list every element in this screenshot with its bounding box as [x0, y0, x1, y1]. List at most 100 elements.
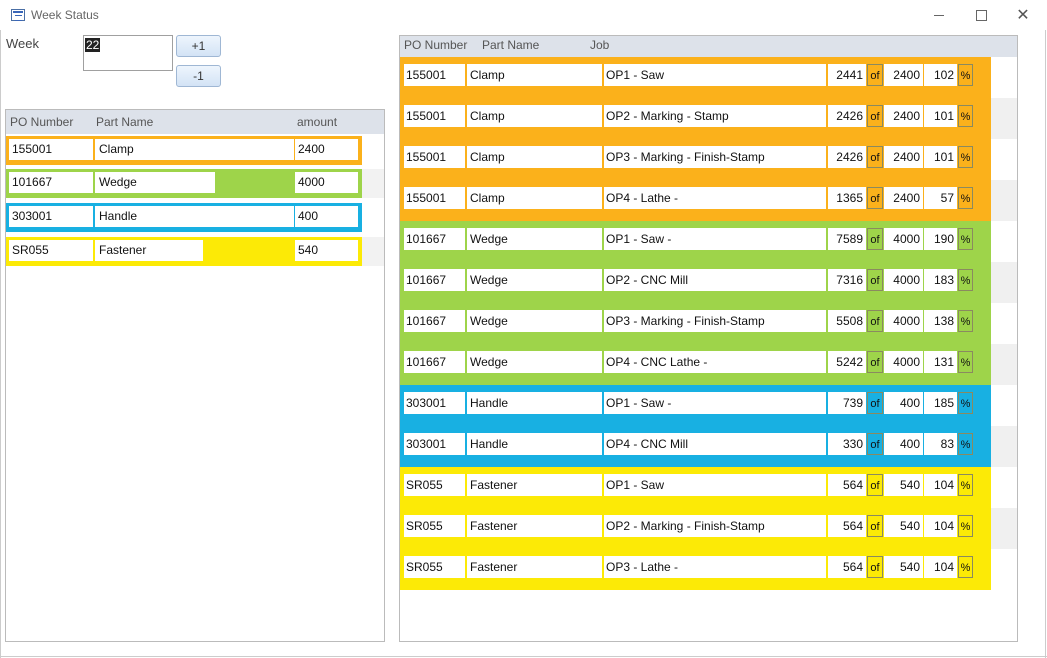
part-name-field[interactable]: Clamp [467, 187, 602, 209]
po-number-field[interactable]: SR055 [404, 515, 465, 537]
percent-field[interactable]: 102 [924, 64, 957, 86]
po-number-field[interactable]: 303001 [404, 433, 465, 455]
percent-field[interactable]: 190 [924, 228, 957, 250]
week-increment-button[interactable]: +1 [176, 35, 221, 57]
order-row[interactable]: 155001 Clamp 2400 [6, 136, 362, 165]
part-name-field[interactable]: Clamp [467, 64, 602, 86]
maximize-button[interactable] [961, 3, 1001, 27]
part-name-field[interactable]: Wedge [467, 310, 602, 332]
close-button[interactable]: ✕ [1003, 3, 1043, 27]
operation-row[interactable]: SR055 Fastener OP3 - Lathe -564 of 540 104% [400, 549, 991, 590]
quantity-done-field[interactable]: 739 [828, 392, 866, 414]
quantity-total-field[interactable]: 540 [884, 474, 923, 496]
po-number-field[interactable]: 101667 [9, 172, 93, 193]
operation-row[interactable]: 101667 Wedge OP1 - Saw -7589 of 4000 190% [400, 221, 991, 262]
percent-field[interactable]: 101 [924, 105, 957, 127]
job-field[interactable]: OP4 - CNC Lathe - [604, 351, 826, 373]
operation-row[interactable]: 101667 Wedge OP4 - CNC Lathe -5242 of 4000 13… [400, 344, 991, 385]
operation-row[interactable]: 155001 Clamp OP2 - Marking - Stamp 2426 of 24… [400, 98, 991, 139]
percent-field[interactable]: 138 [924, 310, 957, 332]
job-field[interactable]: OP2 - CNC Mill [604, 269, 826, 291]
part-name-field[interactable]: Clamp [467, 146, 602, 168]
quantity-done-field[interactable]: 330 [828, 433, 866, 455]
po-number-field[interactable]: 155001 [9, 139, 93, 160]
percent-field[interactable]: 57 [924, 187, 957, 209]
job-field[interactable]: OP3 - Lathe - [604, 556, 826, 578]
operation-row[interactable]: SR055 Fastener OP1 - Saw 564 of 540 104% [400, 467, 991, 508]
job-field[interactable]: OP3 - Marking - Finish-Stamp [604, 310, 826, 332]
job-field[interactable]: OP4 - Lathe - [604, 187, 826, 209]
job-field[interactable]: OP1 - Saw - [604, 228, 826, 250]
order-row[interactable]: SR055 Fastener 540 [6, 237, 362, 266]
part-name-field[interactable]: Handle [95, 206, 294, 227]
po-number-field[interactable]: 155001 [404, 187, 465, 209]
quantity-total-field[interactable]: 2400 [884, 187, 923, 209]
po-number-field[interactable]: 303001 [9, 206, 93, 227]
week-input[interactable]: 22 [83, 35, 173, 71]
job-field[interactable]: OP4 - CNC Mill [604, 433, 826, 455]
amount-field[interactable]: 4000 [295, 172, 358, 193]
quantity-done-field[interactable]: 2426 [828, 146, 866, 168]
quantity-done-field[interactable]: 2441 [828, 64, 866, 86]
quantity-done-field[interactable]: 5242 [828, 351, 866, 373]
part-name-field[interactable]: Clamp [95, 139, 294, 160]
operation-row[interactable]: SR055 Fastener OP2 - Marking - Finish-Stam… [400, 508, 991, 549]
percent-field[interactable]: 185 [924, 392, 957, 414]
operation-row[interactable]: 155001 Clamp OP3 - Marking - Finish-Stamp 2… [400, 139, 991, 180]
part-name-field[interactable]: Clamp [467, 105, 602, 127]
quantity-done-field[interactable]: 564 [828, 515, 866, 537]
quantity-done-field[interactable]: 564 [828, 474, 866, 496]
part-name-field[interactable]: Wedge [467, 351, 602, 373]
quantity-total-field[interactable]: 2400 [884, 64, 923, 86]
po-number-field[interactable]: SR055 [404, 474, 465, 496]
part-name-field[interactable]: Wedge [467, 269, 602, 291]
percent-field[interactable]: 101 [924, 146, 957, 168]
job-field[interactable]: OP2 - Marking - Finish-Stamp [604, 515, 826, 537]
quantity-done-field[interactable]: 564 [828, 556, 866, 578]
job-field[interactable]: OP1 - Saw [604, 64, 826, 86]
part-name-field[interactable]: Wedge [467, 228, 602, 250]
percent-field[interactable]: 131 [924, 351, 957, 373]
operation-row[interactable]: 155001 Clamp OP1 - Saw 2441 of 2400 102% [400, 57, 991, 98]
job-field[interactable]: OP1 - Saw [604, 474, 826, 496]
quantity-done-field[interactable]: 5508 [828, 310, 866, 332]
quantity-total-field[interactable]: 4000 [884, 269, 923, 291]
operation-row[interactable]: 303001 Handle OP1 - Saw -739 of 400 185% [400, 385, 991, 426]
operation-row[interactable]: 303001 Handle OP4 - CNC Mill 330 of 400 83% [400, 426, 991, 467]
po-number-field[interactable]: SR055 [404, 556, 465, 578]
operation-row[interactable]: 101667 Wedge OP2 - CNC Mill 7316 of 4000 183% [400, 262, 991, 303]
quantity-done-field[interactable]: 2426 [828, 105, 866, 127]
quantity-total-field[interactable]: 400 [884, 392, 923, 414]
percent-field[interactable]: 104 [924, 515, 957, 537]
quantity-done-field[interactable]: 7316 [828, 269, 866, 291]
percent-field[interactable]: 104 [924, 474, 957, 496]
operation-row[interactable]: 155001 Clamp OP4 - Lathe -1365 of 2400 57% [400, 180, 991, 221]
po-number-field[interactable]: 155001 [404, 64, 465, 86]
amount-field[interactable]: 2400 [295, 139, 358, 160]
part-name-field[interactable]: Fastener [467, 474, 602, 496]
quantity-total-field[interactable]: 400 [884, 433, 923, 455]
part-name-field[interactable]: Fastener [95, 240, 203, 261]
po-number-field[interactable]: 303001 [404, 392, 465, 414]
job-field[interactable]: OP3 - Marking - Finish-Stamp [604, 146, 826, 168]
quantity-total-field[interactable]: 540 [884, 515, 923, 537]
po-number-field[interactable]: 101667 [404, 269, 465, 291]
po-number-field[interactable]: 155001 [404, 105, 465, 127]
part-name-field[interactable]: Handle [467, 433, 602, 455]
percent-field[interactable]: 183 [924, 269, 957, 291]
percent-field[interactable]: 83 [924, 433, 957, 455]
po-number-field[interactable]: 101667 [404, 310, 465, 332]
quantity-total-field[interactable]: 2400 [884, 146, 923, 168]
po-number-field[interactable]: SR055 [9, 240, 93, 261]
quantity-total-field[interactable]: 2400 [884, 105, 923, 127]
job-field[interactable]: OP2 - Marking - Stamp [604, 105, 826, 127]
po-number-field[interactable]: 155001 [404, 146, 465, 168]
quantity-total-field[interactable]: 540 [884, 556, 923, 578]
part-name-field[interactable]: Fastener [467, 556, 602, 578]
part-name-field[interactable]: Fastener [467, 515, 602, 537]
po-number-field[interactable]: 101667 [404, 351, 465, 373]
order-row[interactable]: 101667 Wedge 4000 [6, 169, 362, 198]
order-row[interactable]: 303001 Handle 400 [6, 203, 362, 232]
percent-field[interactable]: 104 [924, 556, 957, 578]
part-name-field[interactable]: Wedge [95, 172, 215, 193]
